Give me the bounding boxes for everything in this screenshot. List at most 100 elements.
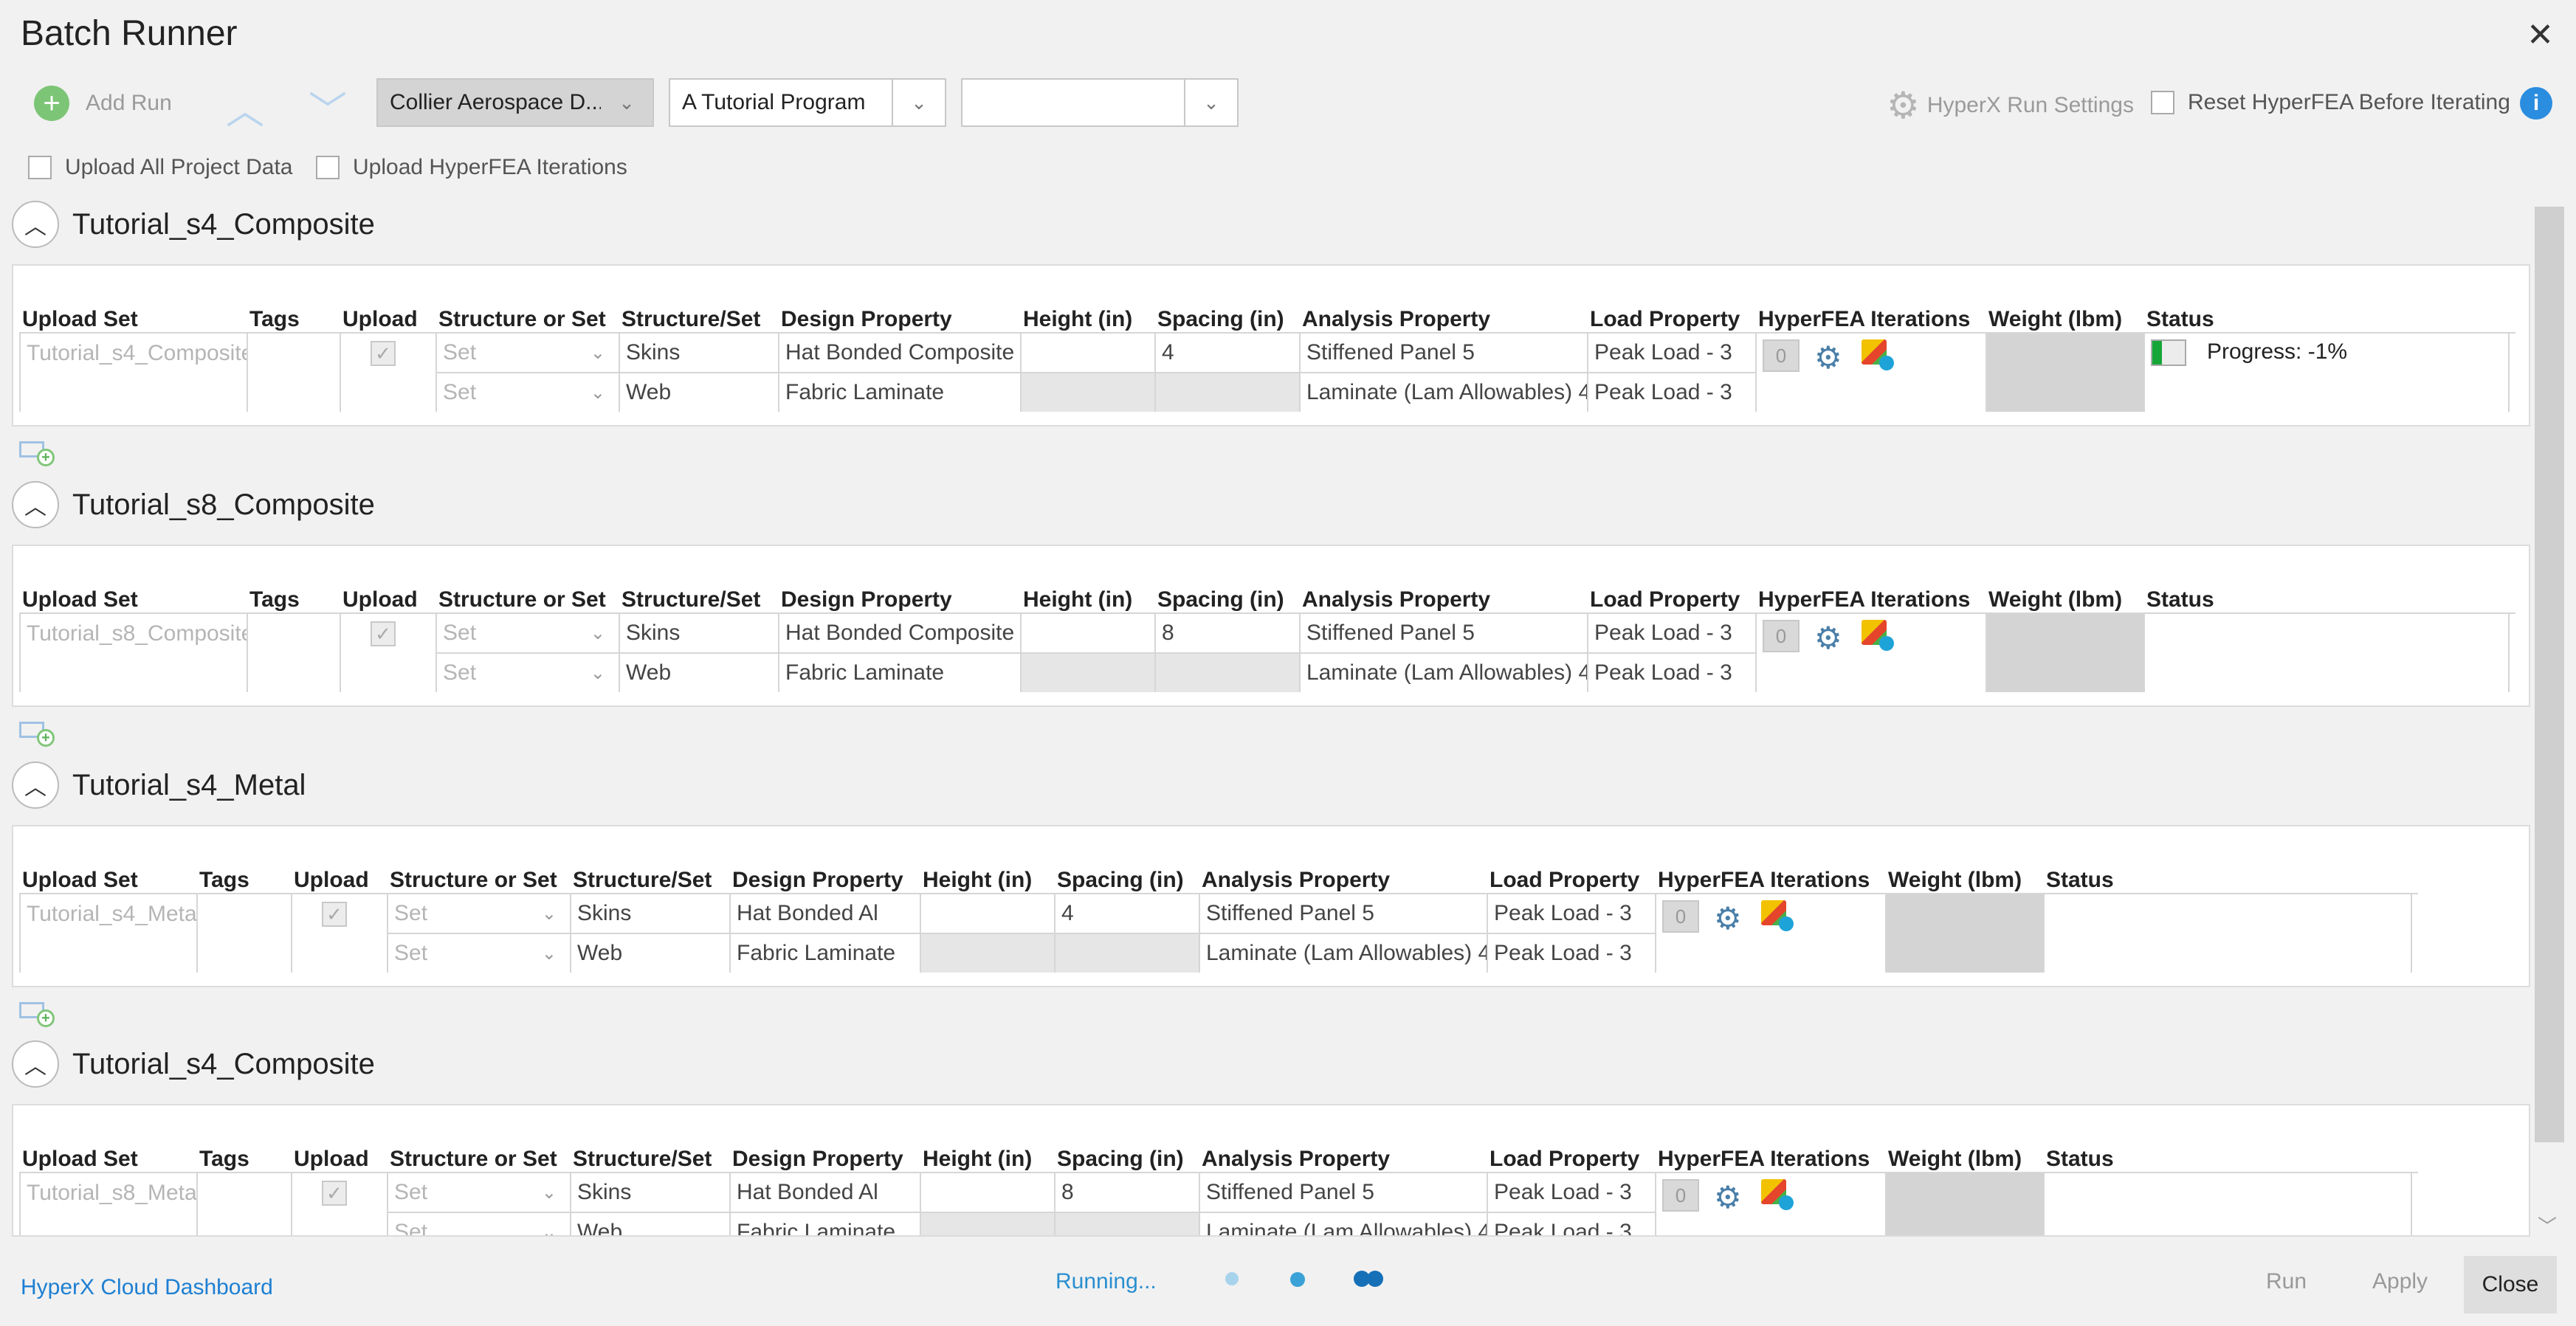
spacing-cell[interactable]: 4 xyxy=(1054,893,1199,933)
scrollbar-thumb[interactable] xyxy=(2535,207,2564,1142)
run-map-icon[interactable] xyxy=(1861,620,1894,651)
gear-icon[interactable]: ⚙ xyxy=(1814,620,1842,656)
upload-cell[interactable]: ✓ xyxy=(291,1172,387,1235)
structure-or-set-select[interactable]: Set ⌄ xyxy=(387,1172,570,1212)
run-settings-button[interactable]: ⚙ HyperX Run Settings xyxy=(1887,84,2134,127)
structure-or-set-select[interactable]: Set ⌄ xyxy=(435,372,619,412)
run-map-icon[interactable] xyxy=(1760,1179,1794,1210)
gear-icon[interactable]: ⚙ xyxy=(1714,900,1742,936)
third-dropdown[interactable]: ⌄ xyxy=(961,78,1239,127)
load-property-cell[interactable]: Peak Load - 3 xyxy=(1487,933,1655,973)
analysis-property-cell[interactable]: Stiffened Panel 5 xyxy=(1299,612,1587,652)
height-cell[interactable] xyxy=(1020,332,1154,372)
load-property-cell[interactable]: Peak Load - 3 xyxy=(1587,372,1755,412)
design-property-cell[interactable]: Hat Bonded Al xyxy=(729,893,920,933)
add-row-icon[interactable]: + xyxy=(19,722,55,747)
gear-icon[interactable]: ⚙ xyxy=(1814,339,1842,376)
height-cell[interactable] xyxy=(920,1172,1054,1212)
scroll-down-icon[interactable]: ﹀ xyxy=(2538,1212,2557,1239)
analysis-property-cell[interactable]: Laminate (Lam Allowables) 4 xyxy=(1199,1212,1487,1235)
upload-cell[interactable]: ✓ xyxy=(340,612,435,692)
checkbox-box[interactable] xyxy=(2151,91,2174,114)
design-property-cell[interactable]: Fabric Laminate xyxy=(778,652,1020,692)
design-property-cell[interactable]: Hat Bonded Composite xyxy=(778,332,1020,372)
spacing-cell[interactable]: 4 xyxy=(1154,332,1299,372)
chevron-up-icon[interactable]: ︿ xyxy=(226,80,264,135)
design-property-cell[interactable]: Hat Bonded Al xyxy=(729,1172,920,1212)
structure-or-set-select[interactable]: Set ⌄ xyxy=(387,933,570,973)
run-map-icon[interactable] xyxy=(1760,900,1794,931)
tags-cell[interactable] xyxy=(196,1172,291,1235)
height-cell[interactable] xyxy=(1020,652,1154,692)
gear-icon[interactable]: ⚙ xyxy=(1714,1179,1742,1215)
analysis-property-cell[interactable]: Stiffened Panel 5 xyxy=(1199,893,1487,933)
tags-cell[interactable] xyxy=(247,332,340,412)
structure-or-set-select[interactable]: Set ⌄ xyxy=(435,652,619,692)
apply-button[interactable]: Apply xyxy=(2372,1269,2428,1294)
analysis-property-cell[interactable]: Stiffened Panel 5 xyxy=(1199,1172,1487,1212)
cloud-dashboard-link[interactable]: HyperX Cloud Dashboard xyxy=(21,1275,273,1300)
height-cell[interactable] xyxy=(920,1212,1054,1235)
tags-cell[interactable] xyxy=(196,893,291,973)
chevron-down-icon[interactable]: ﹀ xyxy=(309,80,347,135)
collapse-icon[interactable]: ︿ xyxy=(12,201,59,248)
analysis-property-cell[interactable]: Laminate (Lam Allowables) 4 xyxy=(1199,933,1487,973)
close-icon[interactable]: ✕ xyxy=(2527,16,2554,54)
add-row-icon[interactable]: + xyxy=(19,441,55,466)
design-property-cell[interactable]: Fabric Laminate xyxy=(729,1212,920,1235)
upload-iterations-checkbox[interactable]: Upload HyperFEA Iterations xyxy=(316,155,627,180)
add-run-button[interactable]: + Add Run xyxy=(34,86,172,121)
load-property-cell[interactable]: Peak Load - 3 xyxy=(1487,1212,1655,1235)
collapse-icon[interactable]: ︿ xyxy=(12,1040,59,1088)
height-cell[interactable] xyxy=(920,893,1054,933)
structure-or-set-select[interactable]: Set ⌄ xyxy=(387,893,570,933)
load-property-cell[interactable]: Peak Load - 3 xyxy=(1587,612,1755,652)
load-property-cell[interactable]: Peak Load - 3 xyxy=(1487,1172,1655,1212)
upload-all-checkbox[interactable]: Upload All Project Data xyxy=(28,155,293,180)
info-icon[interactable]: i xyxy=(2520,87,2552,120)
upload-checkbox[interactable]: ✓ xyxy=(371,341,396,366)
upload-cell[interactable]: ✓ xyxy=(291,893,387,973)
iterations-count[interactable]: 0 xyxy=(1763,620,1800,652)
iterations-count[interactable]: 0 xyxy=(1662,900,1699,933)
upload-checkbox[interactable]: ✓ xyxy=(322,1181,347,1206)
upload-checkbox[interactable]: ✓ xyxy=(371,621,396,646)
structure-or-set-select[interactable]: Set ⌄ xyxy=(435,332,619,372)
load-property-cell[interactable]: Peak Load - 3 xyxy=(1587,652,1755,692)
height-cell[interactable] xyxy=(1020,612,1154,652)
tags-cell[interactable] xyxy=(247,612,340,692)
run-map-icon[interactable] xyxy=(1861,339,1894,370)
checkbox-box[interactable] xyxy=(316,156,340,179)
spacing-cell[interactable] xyxy=(1154,372,1299,412)
checkbox-box[interactable] xyxy=(28,156,52,179)
design-property-cell[interactable]: Fabric Laminate xyxy=(778,372,1020,412)
upload-checkbox[interactable]: ✓ xyxy=(322,902,347,927)
iterations-count[interactable]: 0 xyxy=(1763,339,1800,372)
structure-or-set-select[interactable]: Set ⌄ xyxy=(435,612,619,652)
collapse-icon[interactable]: ︿ xyxy=(12,762,59,809)
iterations-count[interactable]: 0 xyxy=(1662,1179,1699,1212)
spacing-cell[interactable] xyxy=(1054,1212,1199,1235)
collapse-icon[interactable]: ︿ xyxy=(12,481,59,528)
run-button[interactable]: Run xyxy=(2266,1269,2307,1294)
spacing-cell[interactable] xyxy=(1154,652,1299,692)
upload-cell[interactable]: ✓ xyxy=(340,332,435,412)
spacing-cell[interactable] xyxy=(1054,933,1199,973)
analysis-property-cell[interactable]: Laminate (Lam Allowables) 4 xyxy=(1299,372,1587,412)
company-dropdown[interactable]: Collier Aerospace D... ⌄ xyxy=(376,78,654,127)
design-property-cell[interactable]: Fabric Laminate xyxy=(729,933,920,973)
reset-hyperfea-checkbox[interactable]: Reset HyperFEA Before Iterating xyxy=(2151,90,2510,115)
load-property-cell[interactable]: Peak Load - 3 xyxy=(1587,332,1755,372)
program-dropdown[interactable]: A Tutorial Program ⌄ xyxy=(669,78,946,127)
height-cell[interactable] xyxy=(920,933,1054,973)
analysis-property-cell[interactable]: Laminate (Lam Allowables) 4 xyxy=(1299,652,1587,692)
spacing-cell[interactable]: 8 xyxy=(1054,1172,1199,1212)
design-property-cell[interactable]: Hat Bonded Composite xyxy=(778,612,1020,652)
load-property-cell[interactable]: Peak Load - 3 xyxy=(1487,893,1655,933)
add-row-icon[interactable]: + xyxy=(19,1002,55,1027)
height-cell[interactable] xyxy=(1020,372,1154,412)
analysis-property-cell[interactable]: Stiffened Panel 5 xyxy=(1299,332,1587,372)
close-button[interactable]: Close xyxy=(2464,1256,2557,1313)
spacing-cell[interactable]: 8 xyxy=(1154,612,1299,652)
structure-or-set-select[interactable]: Set ⌄ xyxy=(387,1212,570,1235)
